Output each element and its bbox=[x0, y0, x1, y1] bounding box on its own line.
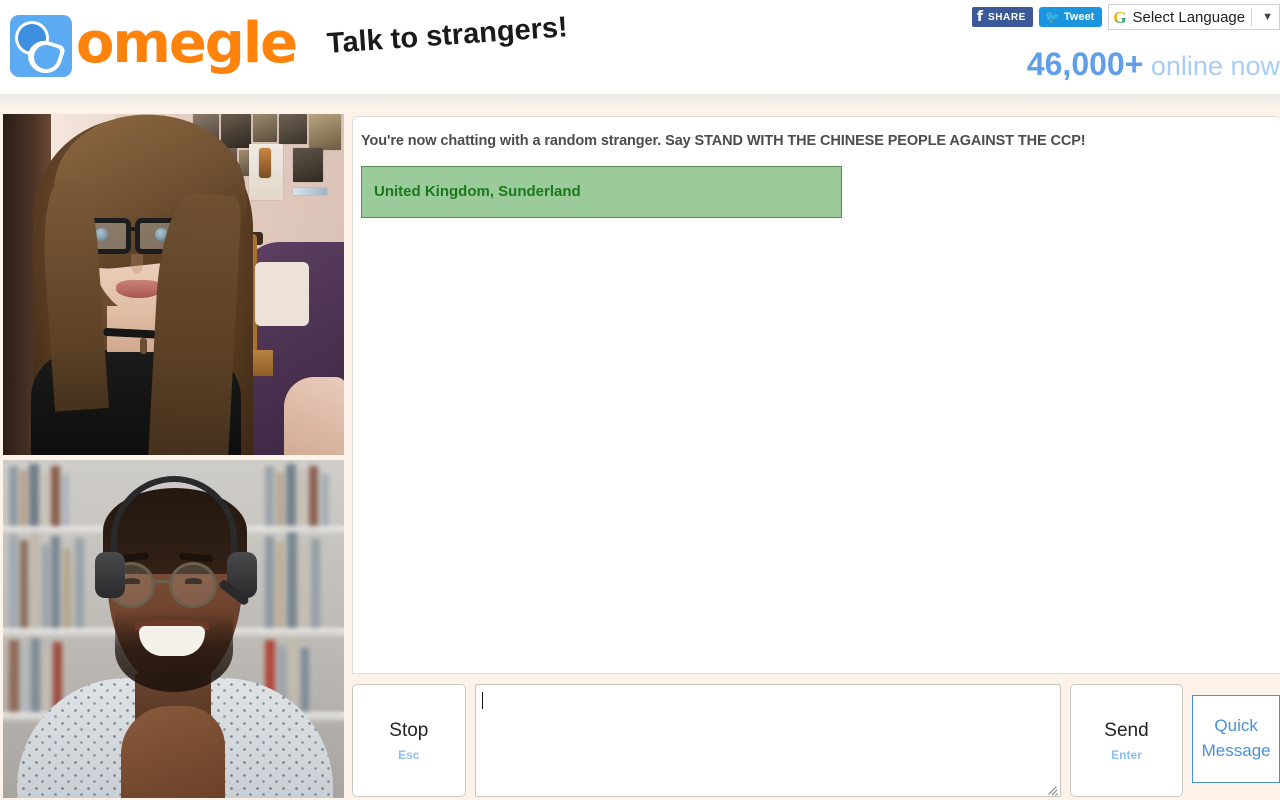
facebook-share-label: SHARE bbox=[987, 11, 1026, 23]
stranger-webcam-frame bbox=[3, 460, 344, 798]
send-button-shortcut: Enter bbox=[1111, 747, 1142, 762]
send-button-label: Send bbox=[1104, 719, 1149, 741]
stranger-location-banner: United Kingdom, Sunderland bbox=[361, 166, 842, 219]
page-header: omegle Talk to strangers! f SHARE 🐦 Twee… bbox=[0, 0, 1280, 94]
language-selector-label: Select Language bbox=[1132, 8, 1246, 26]
facebook-icon: f bbox=[976, 9, 983, 25]
stop-button-label: Stop bbox=[389, 719, 429, 741]
stop-button[interactable]: Stop Esc bbox=[352, 684, 466, 797]
message-input[interactable] bbox=[474, 684, 1061, 797]
twitter-tweet-label: Tweet bbox=[1063, 11, 1095, 23]
social-share-group: f SHARE 🐦 Tweet G Select Language ▼ bbox=[971, 4, 1280, 30]
video-column bbox=[3, 114, 344, 798]
online-count: 46,000+ bbox=[1026, 46, 1144, 82]
page-tagline: Talk to strangers! bbox=[325, 11, 569, 60]
quick-message-label-line2: Message bbox=[1201, 741, 1271, 760]
stranger-location-text: United Kingdom, Sunderland bbox=[374, 183, 581, 201]
divider bbox=[1251, 8, 1253, 26]
google-icon: G bbox=[1113, 7, 1127, 27]
chat-controls: Stop Esc Send Enter Quick Message bbox=[352, 684, 1280, 797]
omegle-spy-logo-icon bbox=[10, 15, 72, 78]
system-message: You're now chatting with a random strang… bbox=[361, 133, 1086, 149]
twitter-bird-icon: 🐦 bbox=[1044, 10, 1060, 24]
header-separator bbox=[0, 94, 1280, 108]
own-webcam-frame bbox=[3, 114, 344, 455]
quick-message-button[interactable]: Quick Message bbox=[1192, 695, 1280, 783]
stop-button-shortcut: Esc bbox=[398, 747, 420, 762]
stranger-webcam-video[interactable] bbox=[3, 460, 344, 798]
twitter-tweet-button[interactable]: 🐦 Tweet bbox=[1038, 7, 1103, 27]
quick-message-label-line1: Quick bbox=[1214, 716, 1258, 736]
omegle-logo[interactable]: omegle bbox=[10, 8, 298, 84]
online-counter: 46,000+ online now bbox=[1027, 48, 1280, 80]
own-webcam-video[interactable] bbox=[3, 114, 344, 455]
online-count-label: online now bbox=[1143, 51, 1280, 81]
logo-wordmark: omegle bbox=[76, 11, 298, 76]
chevron-down-icon: ▼ bbox=[1262, 11, 1273, 23]
resize-handle[interactable] bbox=[1045, 782, 1058, 796]
chat-log: You're now chatting with a random strang… bbox=[352, 116, 1280, 674]
send-button[interactable]: Send Enter bbox=[1069, 684, 1184, 797]
language-selector[interactable]: G Select Language ▼ bbox=[1108, 4, 1280, 30]
facebook-share-button[interactable]: f SHARE bbox=[971, 7, 1033, 27]
text-cursor bbox=[481, 692, 484, 709]
